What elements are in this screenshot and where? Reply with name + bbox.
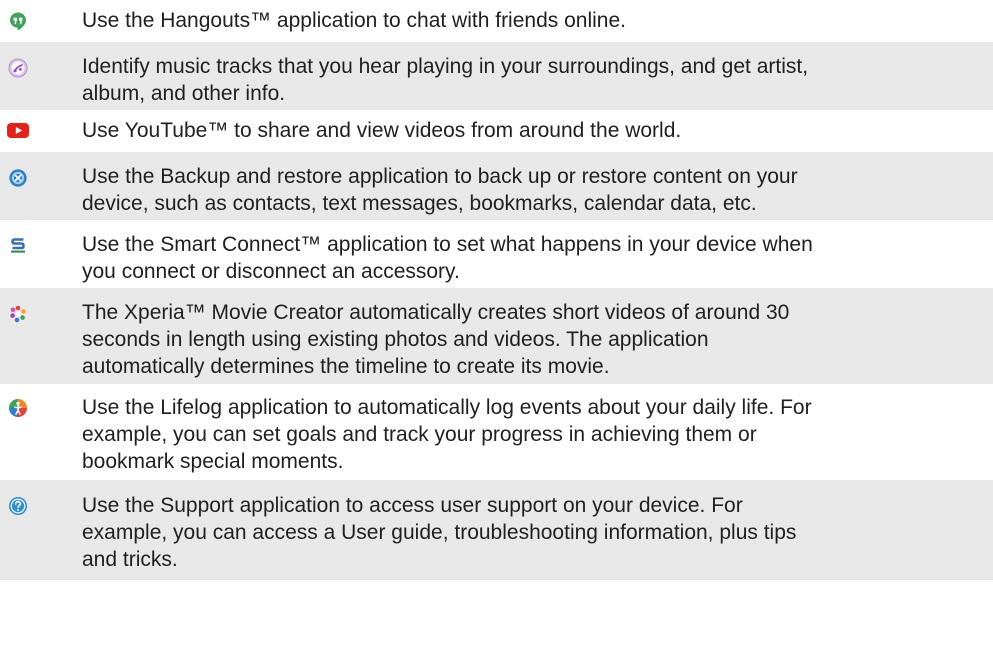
movie-creator-icon [8, 304, 28, 324]
text-line: device, such as contacts, text messages,… [82, 192, 757, 215]
app-description-list: Use the Hangouts™ application to chat wi… [0, 0, 993, 580]
list-item-text: Identify music tracks that you hear play… [82, 53, 982, 107]
list-item-movie-creator: The Xperia™ Movie Creator automatically … [0, 288, 993, 384]
trackid-icon [8, 58, 28, 78]
text-line: automatically determines the timeline to… [82, 355, 610, 378]
text-line: album, and other info. [82, 82, 286, 105]
list-item-support: Use the Support application to access us… [0, 480, 993, 580]
list-item-trackid: Identify music tracks that you hear play… [0, 42, 993, 110]
list-item-text: Use the Lifelog application to automatic… [82, 394, 982, 475]
list-item-text: Use the Backup and restore application t… [82, 163, 982, 217]
text-line: The Xperia™ Movie Creator automatically … [82, 301, 790, 324]
text-line: example, you can access a User guide, tr… [82, 521, 797, 544]
backup-restore-icon [8, 168, 28, 188]
text-line: Use the Lifelog application to automatic… [82, 396, 812, 419]
lifelog-icon [8, 398, 28, 418]
hangouts-icon [8, 11, 28, 31]
smart-connect-icon [8, 235, 28, 255]
text-line: example, you can set goals and track you… [82, 423, 757, 446]
text-line: bookmark special moments. [82, 450, 344, 473]
text-line: Use the Support application to access us… [82, 494, 743, 517]
youtube-icon [6, 120, 30, 140]
text-line: and tricks. [82, 548, 178, 571]
text-line: you connect or disconnect an accessory. [82, 260, 460, 283]
list-item-text: Use the Support application to access us… [82, 492, 982, 573]
list-item-hangouts: Use the Hangouts™ application to chat wi… [0, 0, 993, 42]
text-line: Use the Smart Connect™ application to se… [82, 233, 813, 256]
text-line: seconds in length using existing photos … [82, 328, 709, 351]
list-item-smart-connect: Use the Smart Connect™ application to se… [0, 220, 993, 288]
list-item-backup-restore: Use the Backup and restore application t… [0, 152, 993, 220]
list-item-text: Use YouTube™ to share and view videos fr… [82, 117, 982, 144]
list-item-lifelog: Use the Lifelog application to automatic… [0, 384, 993, 480]
text-line: Use the Hangouts™ application to chat wi… [82, 9, 626, 32]
text-line: Use YouTube™ to share and view videos fr… [82, 119, 682, 142]
support-icon [8, 496, 28, 516]
list-item-text: Use the Smart Connect™ application to se… [82, 231, 982, 285]
list-item-text: The Xperia™ Movie Creator automatically … [82, 299, 982, 380]
text-line: Identify music tracks that you hear play… [82, 55, 809, 78]
text-line: Use the Backup and restore application t… [82, 165, 798, 188]
list-item-text: Use the Hangouts™ application to chat wi… [82, 7, 982, 34]
list-item-youtube: Use YouTube™ to share and view videos fr… [0, 110, 993, 152]
